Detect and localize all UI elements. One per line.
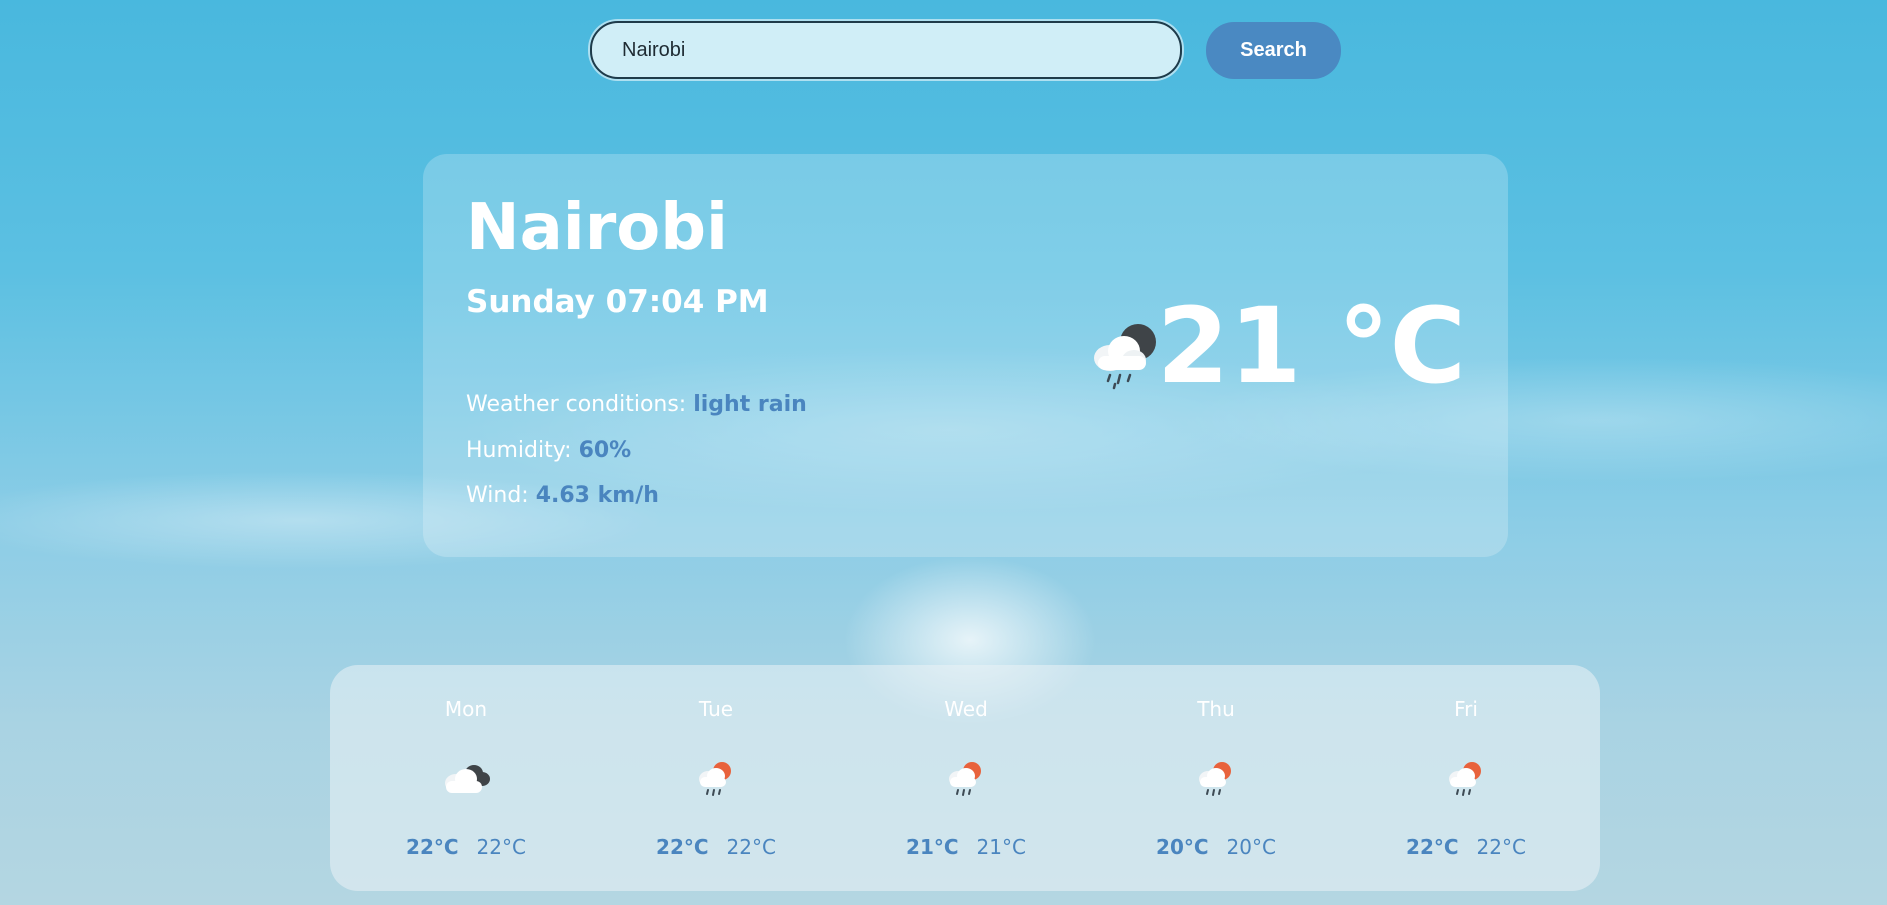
search-button[interactable]: Search [1206, 22, 1341, 79]
forecast-temps: 22°C 22°C [591, 835, 841, 859]
forecast-high: 21°C [906, 835, 959, 859]
wind-value: 4.63 km/h [535, 483, 659, 508]
forecast-low: 21°C [976, 835, 1026, 859]
forecast-low: 22°C [476, 835, 526, 859]
humidity-value: 60% [578, 438, 632, 463]
forecast-high: 22°C [1406, 835, 1459, 859]
forecast-temps: 20°C 20°C [1091, 835, 1341, 859]
humidity-label: Humidity: [466, 438, 579, 463]
weather-conditions-value: light rain [693, 392, 807, 417]
forecast-day-name: Thu [1197, 697, 1235, 721]
sun-cloud-rain-icon [940, 757, 992, 801]
humidity-row: Humidity: 60% [466, 438, 631, 463]
forecast-day-tue: Tue 22°C 22°C [591, 665, 841, 891]
wind-label: Wind: [466, 483, 536, 508]
sun-cloud-rain-icon [1190, 757, 1242, 801]
forecast-day-mon: Mon 22°C 22°C [341, 665, 591, 891]
forecast-day-name: Tue [698, 697, 734, 721]
weather-conditions-label: Weather conditions: [466, 392, 694, 417]
forecast-day-wed: Wed 21°C 21°C [841, 665, 1091, 891]
cloud-moon-rain-icon [1088, 320, 1164, 392]
weather-conditions-row: Weather conditions: light rain [466, 392, 807, 417]
forecast-low: 20°C [1226, 835, 1276, 859]
forecast-temps: 21°C 21°C [841, 835, 1091, 859]
city-search-input[interactable] [590, 21, 1182, 79]
forecast-low: 22°C [726, 835, 776, 859]
forecast-high: 20°C [1156, 835, 1209, 859]
current-weather-card: Nairobi Sunday 07:04 PM Weather conditio… [423, 154, 1508, 557]
forecast-panel: Mon 22°C 22°C Tue 22°C 22°C Wed 21°C 21°… [330, 665, 1600, 891]
forecast-day-name: Mon [444, 697, 488, 721]
forecast-day-name: Fri [1454, 697, 1478, 721]
cloud-night-icon [440, 757, 492, 801]
forecast-high: 22°C [406, 835, 459, 859]
forecast-low: 22°C [1476, 835, 1526, 859]
sun-cloud-rain-icon [690, 757, 742, 801]
sun-cloud-rain-icon [1440, 757, 1492, 801]
forecast-day-fri: Fri 22°C 22°C [1341, 665, 1591, 891]
city-name: Nairobi [466, 191, 728, 265]
forecast-high: 22°C [656, 835, 709, 859]
forecast-temps: 22°C 22°C [341, 835, 591, 859]
current-datetime: Sunday 07:04 PM [466, 284, 769, 320]
current-temperature: 21 °C [1156, 285, 1466, 407]
wind-row: Wind: 4.63 km/h [466, 483, 659, 508]
forecast-temps: 22°C 22°C [1341, 835, 1591, 859]
forecast-day-name: Wed [944, 697, 988, 721]
forecast-day-thu: Thu 20°C 20°C [1091, 665, 1341, 891]
